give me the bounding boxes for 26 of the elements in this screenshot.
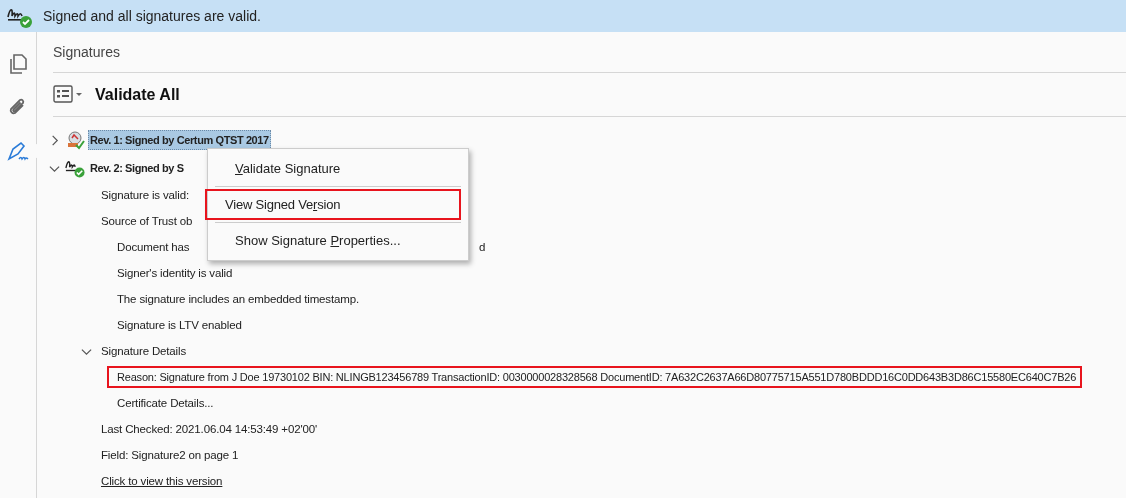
menu-item[interactable]: View Signed Version xyxy=(205,189,461,220)
detail-text: Document has xyxy=(117,241,190,253)
detail-text: d xyxy=(479,241,486,253)
revision-item[interactable]: Rev. 2: Signed by S xyxy=(88,158,186,178)
panel-title: Signatures xyxy=(53,32,1126,73)
options-menu-button[interactable] xyxy=(53,83,83,106)
signature-check-icon xyxy=(65,158,85,178)
chevron-icon[interactable] xyxy=(81,346,92,357)
detail-text: Reason: Signature from J Doe 19730102 BIN: NLINGB123456789 TransactionID: 0030000028328568 DocumentID: 7A632C2637A66D80775715A551D780BDDD16C0DD643B3D86C15580EC640C7B26 xyxy=(107,366,1083,388)
menu-item[interactable]: Show Signature Properties... xyxy=(215,225,461,256)
detail-text: Signature is LTV enabled xyxy=(117,319,242,331)
view-version-link[interactable]: Click to view this version xyxy=(101,475,223,487)
detail-text: Field: Signature2 on page 1 xyxy=(101,449,239,461)
detail-text: The signature includes an embedded timestamp. xyxy=(117,293,359,305)
menu-item[interactable]: Validate Signature xyxy=(215,153,461,184)
revision-item[interactable]: Rev. 1: Signed by Certum QTST 2017 xyxy=(88,130,271,150)
chevron-icon[interactable] xyxy=(49,134,60,146)
status-message: Signed and all signatures are valid. xyxy=(43,8,261,24)
detail-text: Last Checked: 2021.06.04 14:53:49 +02'00' xyxy=(101,423,317,435)
certificate-icon xyxy=(65,130,85,150)
detail-text: Certificate Details... xyxy=(117,397,214,409)
detail-text: Signature is valid: xyxy=(101,189,189,201)
detail-text: Source of Trust ob xyxy=(101,215,193,227)
detail-text: Signature Details xyxy=(101,345,187,357)
validate-all-button[interactable]: Validate All xyxy=(95,85,180,104)
detail-text: Signer's identity is valid xyxy=(117,267,233,279)
